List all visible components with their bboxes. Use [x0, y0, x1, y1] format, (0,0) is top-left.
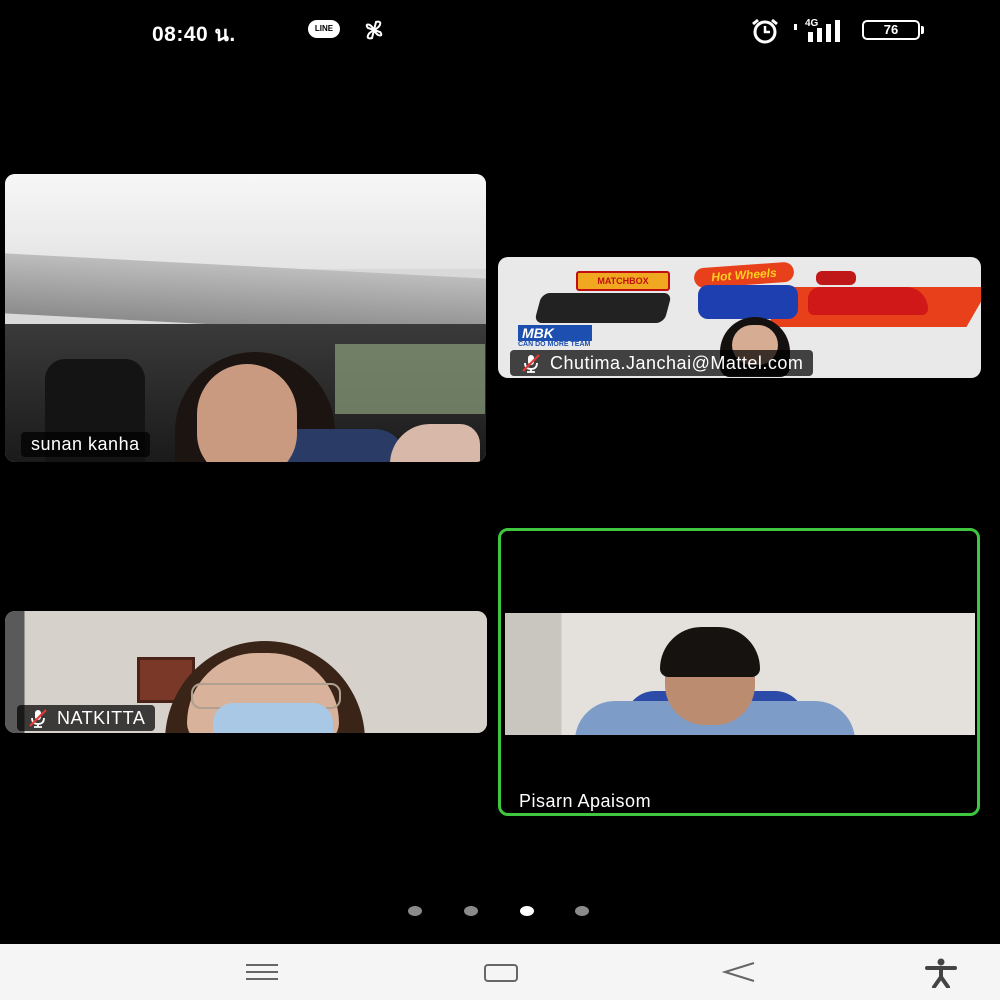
participant-name: Pisarn Apaisom	[519, 791, 652, 811]
participant-video	[213, 703, 333, 733]
participant-name: NATKITTA	[57, 707, 146, 728]
page-dot[interactable]	[408, 906, 422, 916]
cars-logo	[816, 271, 856, 285]
signal-icon	[794, 20, 840, 42]
toy-car-image	[533, 293, 673, 323]
toy-car-image	[698, 285, 798, 319]
video-background	[5, 174, 486, 269]
participant-video	[197, 364, 297, 462]
participant-name-tag: Chutima.Janchai@Mattel.com	[510, 350, 814, 376]
battery-tip	[921, 26, 924, 34]
participant-video	[660, 627, 760, 677]
page-dot[interactable]	[575, 906, 589, 916]
page-indicator	[0, 906, 1000, 920]
system-nav-bar	[0, 944, 1000, 1000]
mbk-slogan: CAN DO MORE TEAM	[518, 341, 591, 348]
accessibility-icon[interactable]	[924, 958, 958, 988]
participant-name-tag: sunan kanha	[21, 432, 150, 457]
video-tile-pisarn-active-speaker[interactable]: Pisarn Apaisom	[498, 528, 980, 816]
pinwheel-icon	[365, 20, 383, 40]
page-dot-active[interactable]	[520, 906, 534, 916]
matchbox-logo: MATCHBOX	[576, 271, 670, 291]
status-time: 08:40 น.	[152, 23, 236, 46]
participant-name-tag: NATKITTA	[17, 705, 156, 731]
alarm-icon	[752, 18, 778, 44]
participant-name: sunan kanha	[31, 434, 140, 454]
participant-video	[505, 613, 975, 735]
mbk-logo: MBK	[518, 325, 592, 341]
toy-car-image	[808, 287, 928, 315]
zoom-meeting-screen: 08:40 น. LINE 4G 76 sunan kanha MATCHBOX…	[0, 0, 1000, 1000]
mic-muted-icon	[522, 354, 540, 373]
menu-icon[interactable]	[244, 962, 280, 982]
video-tile-chutima[interactable]: MATCHBOX Hot Wheels MBK CAN DO MORE TEAM…	[498, 257, 981, 378]
back-icon[interactable]	[722, 960, 756, 984]
video-tile-sunan-kanha[interactable]: sunan kanha	[5, 174, 486, 462]
participant-name: Chutima.Janchai@Mattel.com	[550, 352, 804, 373]
video-tile-natkitta[interactable]: NATKITTA	[5, 611, 487, 733]
video-background	[335, 344, 485, 414]
home-icon[interactable]	[484, 964, 518, 982]
battery-icon: 76	[862, 20, 920, 40]
status-bar: 08:40 น. LINE 4G 76	[0, 0, 1000, 60]
page-dot[interactable]	[464, 906, 478, 916]
line-icon: LINE	[308, 20, 340, 38]
mic-muted-icon	[29, 709, 47, 728]
